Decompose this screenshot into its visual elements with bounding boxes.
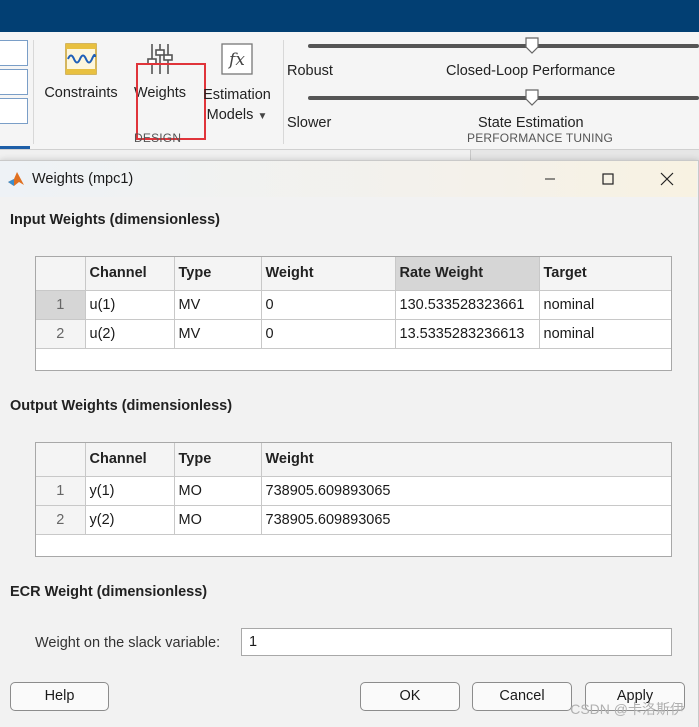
closed-loop-performance-label: Closed-Loop Performance (446, 63, 616, 79)
close-icon (660, 172, 674, 186)
cell-target[interactable]: nominal (539, 319, 671, 349)
design-section-label: DESIGN (134, 131, 182, 145)
left-input-fields (0, 40, 28, 127)
help-button[interactable]: Help (10, 682, 109, 711)
row-number[interactable]: 1 (36, 476, 86, 506)
cell-weight[interactable]: 738905.609893065 (261, 476, 671, 506)
dialog-title-bar: Weights (mpc1) (0, 161, 697, 197)
cell-type: MV (174, 319, 262, 349)
table-row[interactable]: 2 y(2) MO 738905.609893065 (36, 505, 671, 535)
slack-variable-label: Weight on the slack variable: (35, 635, 221, 651)
cell-rate-weight[interactable]: 130.533528323661 (395, 290, 540, 320)
col-header-target[interactable]: Target (539, 257, 671, 291)
estimation-slider-knob[interactable] (525, 89, 539, 106)
cell-target[interactable]: nominal (539, 290, 671, 320)
col-header-type[interactable]: Type (174, 443, 262, 477)
cell-channel: u(1) (85, 290, 175, 320)
col-header-channel[interactable]: Channel (85, 443, 175, 477)
active-tab-indicator (0, 146, 30, 149)
cell-type: MV (174, 290, 262, 320)
col-header-weight[interactable]: Weight (261, 257, 396, 291)
cell-channel: y(2) (85, 505, 175, 535)
output-table-header-row: Channel Type Weight (36, 443, 671, 477)
output-weights-table: Channel Type Weight 1 y(1) MO 738905.609… (35, 442, 672, 557)
minimize-button[interactable] (532, 167, 568, 191)
col-header-weight[interactable]: Weight (261, 443, 671, 477)
table-empty-area (36, 348, 671, 370)
robust-label: Robust (287, 63, 333, 79)
close-button[interactable] (649, 167, 685, 191)
row-number[interactable]: 2 (36, 319, 86, 349)
input-weights-table: Channel Type Weight Rate Weight Target 1… (35, 256, 672, 371)
ok-button[interactable]: OK (360, 682, 460, 711)
input-weights-heading: Input Weights (dimensionless) (10, 212, 220, 228)
minimize-icon (545, 178, 555, 180)
weights-highlight-box (136, 63, 206, 140)
col-header-channel[interactable]: Channel (85, 257, 175, 291)
cancel-button[interactable]: Cancel (472, 682, 572, 711)
chevron-down-icon: ▼ (257, 111, 268, 122)
estimation-slider-track[interactable] (308, 96, 699, 100)
estimation-label-line2: Models ▼ (200, 105, 274, 127)
cell-channel: y(1) (85, 476, 175, 506)
fx-icon: fx (221, 43, 253, 75)
maximize-button[interactable] (590, 167, 626, 191)
cell-type: MO (174, 476, 262, 506)
left-field-2[interactable] (0, 69, 28, 95)
cell-channel: u(2) (85, 319, 175, 349)
cell-rate-weight[interactable]: 13.5335283236613 (395, 319, 540, 349)
cell-weight[interactable]: 738905.609893065 (261, 505, 671, 535)
estimation-label-line1: Estimation (203, 87, 271, 103)
table-empty-area (36, 534, 671, 556)
constraints-icon (65, 43, 97, 75)
ecr-weight-heading: ECR Weight (dimensionless) (10, 584, 208, 600)
cell-weight[interactable]: 0 (261, 319, 396, 349)
performance-slider-knob[interactable] (525, 37, 539, 54)
table-row[interactable]: 1 y(1) MO 738905.609893065 (36, 476, 671, 506)
app-title-bar (0, 0, 699, 32)
performance-slider-track[interactable] (308, 44, 699, 48)
toolstrip: Constraints Weights fx Estimation Models… (0, 32, 699, 150)
dialog-title: Weights (mpc1) (32, 171, 134, 187)
cell-type: MO (174, 505, 262, 535)
constraints-label: Constraints (44, 85, 118, 101)
row-header-corner (36, 443, 86, 477)
slower-label: Slower (287, 115, 332, 131)
row-number[interactable]: 2 (36, 505, 86, 535)
row-header-corner (36, 257, 86, 291)
toolstrip-separator (33, 40, 34, 144)
state-estimation-label: State Estimation (478, 115, 584, 131)
row-number[interactable]: 1 (36, 290, 86, 320)
table-row[interactable]: 2 u(2) MV 0 13.5335283236613 nominal (36, 319, 671, 349)
maximize-icon (602, 173, 614, 185)
performance-tuning-section-label: PERFORMANCE TUNING (467, 131, 614, 145)
models-label: Models (206, 107, 254, 123)
watermark: CSDN @卡洛斯伊 (570, 701, 684, 717)
slack-weight-input[interactable]: 1 (241, 628, 672, 656)
weights-dialog: Weights (mpc1) Input Weights (dimensionl… (0, 160, 699, 727)
fx-glyph: fx (227, 50, 245, 70)
toolstrip-separator-2 (283, 40, 284, 144)
table-row[interactable]: 1 u(1) MV 0 130.533528323661 nominal (36, 290, 671, 320)
col-header-rate-weight[interactable]: Rate Weight (395, 257, 540, 291)
cell-weight[interactable]: 0 (261, 290, 396, 320)
output-weights-heading: Output Weights (dimensionless) (10, 398, 233, 414)
matlab-icon (8, 172, 24, 186)
col-header-type[interactable]: Type (174, 257, 262, 291)
estimation-models-button[interactable]: fx Estimation Models ▼ (200, 42, 274, 127)
constraints-button[interactable]: Constraints (42, 42, 120, 101)
left-field-3[interactable] (0, 98, 28, 124)
input-table-header-row: Channel Type Weight Rate Weight Target (36, 257, 671, 291)
left-field-1[interactable] (0, 40, 28, 66)
